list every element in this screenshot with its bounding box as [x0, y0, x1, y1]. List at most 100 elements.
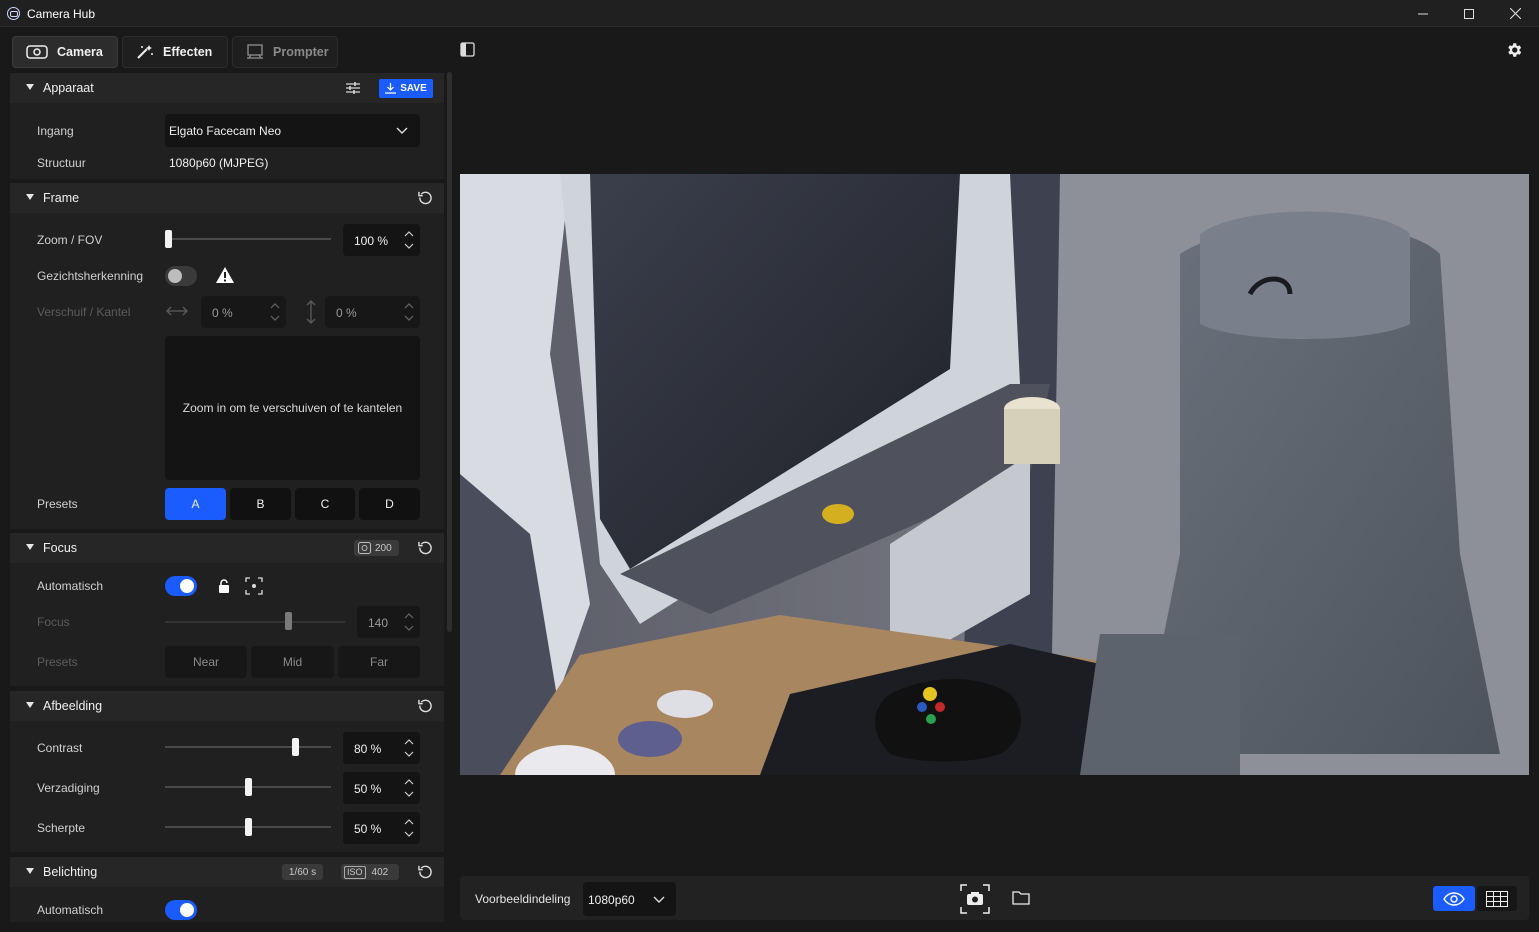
grid-view-button[interactable] — [1477, 886, 1517, 911]
section-apparaat-header[interactable]: Apparaat SAVE — [10, 73, 444, 103]
lock-icon[interactable] — [217, 578, 231, 594]
close-button[interactable] — [1492, 0, 1538, 27]
tab-camera[interactable]: Camera — [12, 36, 118, 68]
focus-badge: 200 — [354, 540, 399, 556]
section-belichting-header[interactable]: Belichting 1/60 s ISO 402 — [10, 857, 444, 887]
prompter-icon — [247, 44, 263, 59]
pan-tilt-label: Verschuif / Kantel — [37, 305, 131, 319]
face-detection-toggle[interactable] — [165, 266, 197, 286]
camera-feed-image — [460, 174, 1529, 775]
pan-number-input[interactable]: 0 % — [201, 296, 286, 328]
window-title: Camera Hub — [27, 7, 96, 21]
settings-button[interactable] — [1505, 41, 1523, 62]
contrast-slider-track[interactable] — [165, 746, 331, 748]
preset-a-button[interactable]: A — [165, 488, 226, 520]
section-focus-body: Automatisch Focus 140 Presets Near Mid F… — [10, 563, 444, 686]
maximize-button[interactable] — [1446, 0, 1492, 27]
verzadiging-slider-thumb[interactable] — [244, 778, 252, 796]
stepper-icon[interactable] — [403, 776, 415, 800]
section-afbeelding-body: Contrast 80 % Verzadiging 50 % Scherpte … — [10, 721, 444, 852]
focus-mid-button[interactable]: Mid — [251, 646, 334, 678]
pan-tilt-hint: Zoom in om te verschuiven of te kantelen — [182, 401, 403, 415]
collapse-triangle-icon — [26, 702, 34, 708]
save-label: SAVE — [400, 83, 427, 94]
panel-scrollbar[interactable] — [447, 72, 452, 632]
exposure-auto-label: Automatisch — [37, 903, 104, 917]
contrast-value: 80 % — [354, 742, 382, 756]
tab-effecten[interactable]: Effecten — [122, 36, 228, 68]
section-title: Frame — [43, 191, 80, 205]
focus-number-input[interactable]: 140 — [357, 606, 420, 638]
focus-target-icon[interactable] — [245, 577, 263, 595]
maximize-icon — [1464, 8, 1474, 19]
snapshot-button[interactable] — [960, 884, 990, 917]
zoom-slider-track[interactable] — [165, 238, 331, 240]
reset-icon[interactable] — [418, 190, 433, 205]
stepper-icon[interactable] — [269, 300, 281, 324]
face-detection-label: Gezichtsherkenning — [37, 269, 144, 283]
section-title: Apparaat — [43, 81, 94, 95]
collapse-panel-button[interactable] — [460, 42, 475, 60]
focus-far-button[interactable]: Far — [338, 646, 420, 678]
collapse-triangle-icon — [26, 84, 34, 90]
stepper-icon[interactable] — [403, 816, 415, 840]
focus-near-button[interactable]: Near — [165, 646, 247, 678]
preview-view-button[interactable] — [1433, 886, 1475, 911]
warning-icon — [216, 267, 234, 283]
shutter-badge: 1/60 s — [282, 864, 323, 880]
preset-b-button[interactable]: B — [230, 488, 291, 520]
horizontal-arrows-icon — [166, 306, 188, 316]
tab-prompter[interactable]: Prompter — [232, 36, 338, 68]
chevron-down-icon — [396, 127, 408, 134]
camera-preview[interactable] — [460, 174, 1529, 775]
ingang-select[interactable]: Elgato Facecam Neo — [165, 114, 420, 147]
tilt-number-input[interactable]: 0 % — [325, 296, 420, 328]
toggle-knob — [180, 579, 194, 593]
reset-icon[interactable] — [418, 540, 433, 555]
layout-select[interactable]: 1080p60 — [583, 882, 676, 916]
stepper-icon[interactable] — [403, 228, 415, 252]
advanced-settings-button[interactable] — [346, 81, 360, 98]
zoom-value: 100 % — [354, 234, 389, 248]
zoom-number-input[interactable]: 100 % — [343, 224, 420, 256]
stepper-icon[interactable] — [403, 610, 415, 634]
focus-auto-toggle[interactable] — [165, 576, 197, 596]
camera-snapshot-icon — [960, 884, 990, 914]
section-frame-header[interactable]: Frame — [10, 183, 444, 213]
verzadiging-label: Verzadiging — [37, 781, 100, 795]
section-title: Focus — [43, 541, 78, 555]
focus-slider-thumb[interactable] — [285, 612, 292, 630]
toggle-knob — [180, 903, 194, 917]
preset-c-button[interactable]: C — [295, 488, 355, 520]
open-folder-button[interactable] — [1012, 890, 1030, 908]
tilt-value: 0 % — [336, 306, 357, 320]
reset-icon[interactable] — [418, 864, 433, 879]
section-afbeelding-header[interactable]: Afbeelding — [10, 691, 444, 721]
exposure-auto-toggle[interactable] — [165, 900, 197, 920]
iso-label: ISO — [344, 865, 366, 879]
reset-icon[interactable] — [418, 698, 433, 713]
ingang-value: Elgato Facecam Neo — [169, 124, 282, 138]
scherpte-value: 50 % — [354, 822, 382, 836]
iso-value: 402 — [371, 866, 389, 878]
save-button[interactable]: SAVE — [379, 79, 433, 98]
minimize-button[interactable] — [1400, 0, 1446, 27]
contrast-slider-thumb[interactable] — [292, 738, 300, 756]
scherpte-slider-thumb[interactable] — [244, 818, 252, 836]
stepper-icon[interactable] — [403, 736, 415, 760]
close-icon — [1509, 8, 1521, 19]
verzadiging-number-input[interactable]: 50 % — [343, 772, 420, 804]
sidebar-toggle-icon — [460, 42, 475, 57]
contrast-number-input[interactable]: 80 % — [343, 732, 420, 764]
magic-wand-icon — [137, 45, 153, 59]
tab-prompter-label: Prompter — [273, 45, 329, 59]
focus-slider-track[interactable] — [165, 621, 345, 623]
title-bar: Camera Hub — [0, 0, 1539, 27]
stepper-icon[interactable] — [403, 300, 415, 324]
pan-tilt-pad[interactable]: Zoom in om te verschuiven of te kantelen — [165, 336, 420, 480]
preset-d-button[interactable]: D — [359, 488, 420, 520]
scherpte-number-input[interactable]: 50 % — [343, 812, 420, 844]
section-focus-header[interactable]: Focus 200 — [10, 533, 444, 563]
zoom-slider-thumb[interactable] — [165, 230, 172, 248]
ingang-label: Ingang — [37, 124, 74, 138]
